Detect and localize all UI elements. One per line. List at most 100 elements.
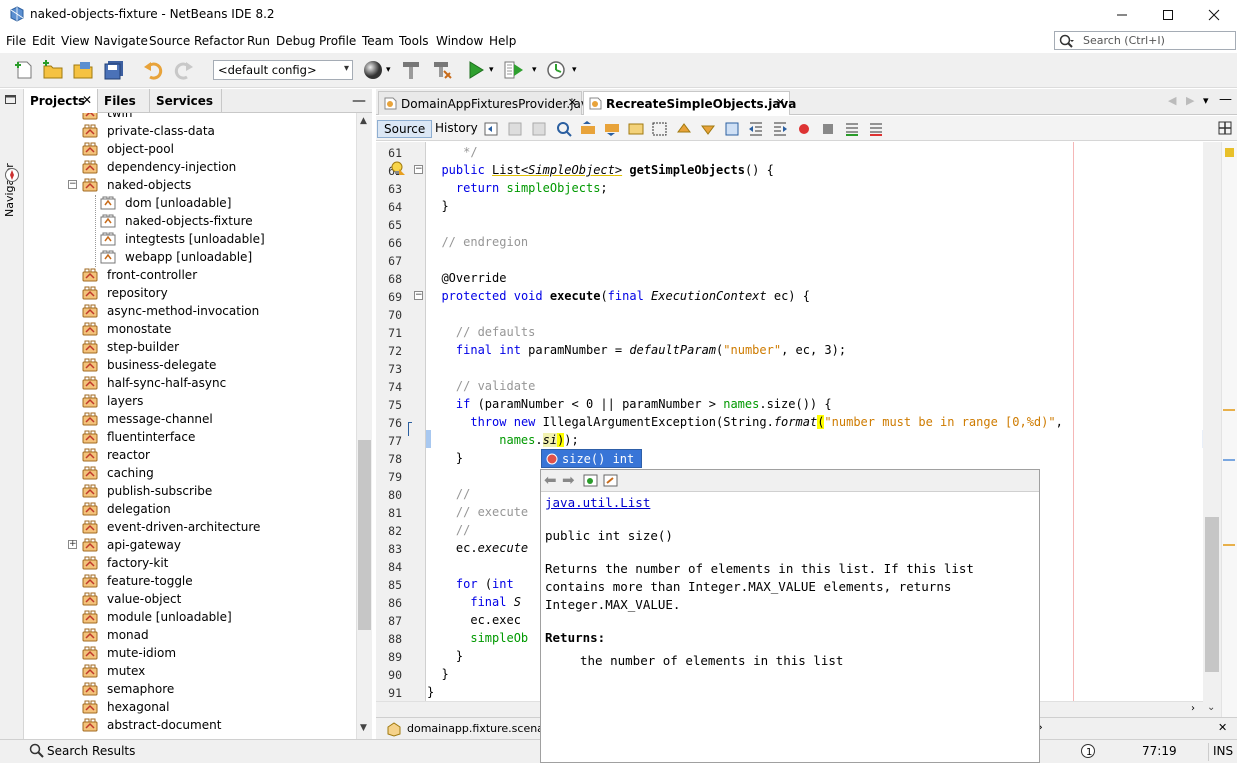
warning-indicator[interactable] <box>1225 148 1234 157</box>
tree-item[interactable]: object-pool <box>24 140 354 158</box>
minimize-button[interactable] <box>1099 0 1145 30</box>
javadoc-class-link[interactable]: java.util.List <box>545 495 650 510</box>
close-icon[interactable]: ✕ <box>82 93 92 107</box>
tree-item[interactable]: reactor <box>24 446 354 464</box>
tree-item[interactable]: fluentinterface <box>24 428 354 446</box>
completion-item[interactable]: size() int <box>562 452 634 466</box>
globe-icon[interactable] <box>362 59 384 81</box>
menu-edit[interactable]: Edit <box>32 34 55 48</box>
tree-item[interactable]: message-channel <box>24 410 354 428</box>
next-bookmark-icon[interactable] <box>699 120 717 138</box>
tree-item[interactable]: event-driven-architecture <box>24 518 354 536</box>
find-icon[interactable] <box>555 120 573 138</box>
scroll-down-icon[interactable]: ▼ <box>360 723 367 733</box>
menu-team[interactable]: Team <box>362 34 394 48</box>
expand-toggle[interactable]: + <box>68 540 77 549</box>
open-in-browser-icon[interactable] <box>603 473 618 488</box>
tree-item[interactable]: value-object <box>24 590 354 608</box>
redo-icon[interactable] <box>173 59 195 81</box>
tree-item[interactable]: semaphore <box>24 680 354 698</box>
open-source-icon[interactable] <box>583 473 598 488</box>
search-results-tab[interactable]: Search Results <box>47 744 135 758</box>
tree-item[interactable]: publish-subscribe <box>24 482 354 500</box>
shift-right-icon[interactable] <box>771 120 789 138</box>
tab-recreate-simple-objects[interactable]: RecreateSimpleObjects.java ✕ <box>583 91 796 115</box>
menu-source[interactable]: Source <box>149 34 190 48</box>
tree-item[interactable]: monad <box>24 626 354 644</box>
tree-item[interactable]: monostate <box>24 320 354 338</box>
tree-item[interactable]: dom [unloadable] <box>24 194 354 212</box>
find-next-icon[interactable] <box>603 120 621 138</box>
menu-navigate[interactable]: Navigate <box>94 34 148 48</box>
menu-profile[interactable]: Profile <box>319 34 356 48</box>
close-icon[interactable]: ✕ <box>776 96 785 109</box>
tree-item[interactable]: mutex <box>24 662 354 680</box>
new-project-icon[interactable] <box>42 59 64 81</box>
chevron-down-icon[interactable]: ▾ <box>532 65 537 75</box>
tree-item[interactable]: delegation <box>24 500 354 518</box>
scroll-right-icon[interactable]: › <box>1191 703 1195 714</box>
tab-projects[interactable]: Projects ✕ <box>24 89 98 113</box>
forward-arrow-icon[interactable]: ➡ <box>562 471 575 489</box>
config-select[interactable]: <default config> ▾ <box>213 60 353 80</box>
maximize-button[interactable] <box>1145 0 1191 30</box>
chevron-down-icon[interactable]: ▾ <box>386 65 391 75</box>
tree-item[interactable]: feature-toggle <box>24 572 354 590</box>
tree-item[interactable]: webapp [unloadable] <box>24 248 354 266</box>
tree-item[interactable]: factory-kit <box>24 554 354 572</box>
menu-run[interactable]: Run <box>247 34 270 48</box>
tree-item[interactable]: async-method-invocation <box>24 302 354 320</box>
new-file-icon[interactable] <box>13 59 35 81</box>
chevron-down-icon[interactable]: ▾ <box>489 65 494 75</box>
menu-file[interactable]: File <box>6 34 26 48</box>
chevron-down-icon[interactable]: ⌄ <box>1207 702 1215 713</box>
tree-item[interactable]: repository <box>24 284 354 302</box>
tree-item[interactable]: abstract-document <box>24 716 354 734</box>
tree-item[interactable]: half-sync-half-async <box>24 374 354 392</box>
tree-item[interactable]: step-builder <box>24 338 354 356</box>
menu-tools[interactable]: Tools <box>399 34 429 48</box>
hammer-icon[interactable] <box>400 59 422 81</box>
open-project-icon[interactable] <box>72 59 94 81</box>
tree-item[interactable]: − naked-objects <box>24 176 354 194</box>
run-icon[interactable] <box>465 59 487 81</box>
clean-build-icon[interactable] <box>431 59 453 81</box>
comment-icon[interactable] <box>843 120 861 138</box>
collapse-toggle[interactable]: − <box>68 180 77 189</box>
save-all-icon[interactable] <box>103 59 125 81</box>
tree-item[interactable]: business-delegate <box>24 356 354 374</box>
tab-domain-app-fixtures-provider[interactable]: DomainAppFixturesProvider.java ✕ <box>378 91 595 115</box>
scroll-tabs-left-icon[interactable]: ◀ <box>1168 94 1176 107</box>
tab-files[interactable]: Files <box>98 89 150 113</box>
tree-item[interactable]: mute-idiom <box>24 644 354 662</box>
tree-item[interactable]: dependency-injection <box>24 158 354 176</box>
editor-scroll-thumb[interactable] <box>1205 517 1219 672</box>
quick-search-input[interactable]: Search (Ctrl+I) <box>1054 31 1236 50</box>
split-editor-icon[interactable] <box>1218 121 1232 135</box>
warning-marker[interactable] <box>1223 409 1235 411</box>
chevron-down-icon[interactable]: ▾ <box>572 65 577 75</box>
close-icon[interactable]: ✕ <box>568 96 577 109</box>
notifications-icon[interactable]: 1 <box>1080 743 1096 759</box>
warning-bulb-icon[interactable] <box>390 160 406 176</box>
back-arrow-icon[interactable]: ⬅ <box>544 471 557 489</box>
menu-window[interactable]: Window <box>436 34 483 48</box>
tree-item[interactable]: layers <box>24 392 354 410</box>
toggle-highlight-icon[interactable] <box>651 120 669 138</box>
scroll-up-icon[interactable]: ▲ <box>360 116 367 126</box>
editor-vertical-scrollbar[interactable]: ⌄ <box>1203 142 1221 717</box>
tree-scroll-thumb[interactable] <box>358 440 371 630</box>
profile-icon[interactable] <box>545 59 567 81</box>
restore-window-icon[interactable] <box>5 95 17 105</box>
tree-item[interactable]: twin <box>24 113 354 122</box>
history-view-button[interactable]: History <box>429 120 484 138</box>
back-icon[interactable] <box>507 120 525 138</box>
tree-item[interactable]: + api-gateway <box>24 536 354 554</box>
close-icon[interactable]: ✕ <box>1218 721 1227 734</box>
find-selection-icon[interactable] <box>627 120 645 138</box>
menu-debug[interactable]: Debug <box>276 34 315 48</box>
tree-item[interactable]: naked-objects-fixture <box>24 212 354 230</box>
shift-left-icon[interactable] <box>747 120 765 138</box>
debug-icon[interactable] <box>503 59 525 81</box>
forward-icon[interactable] <box>531 120 549 138</box>
